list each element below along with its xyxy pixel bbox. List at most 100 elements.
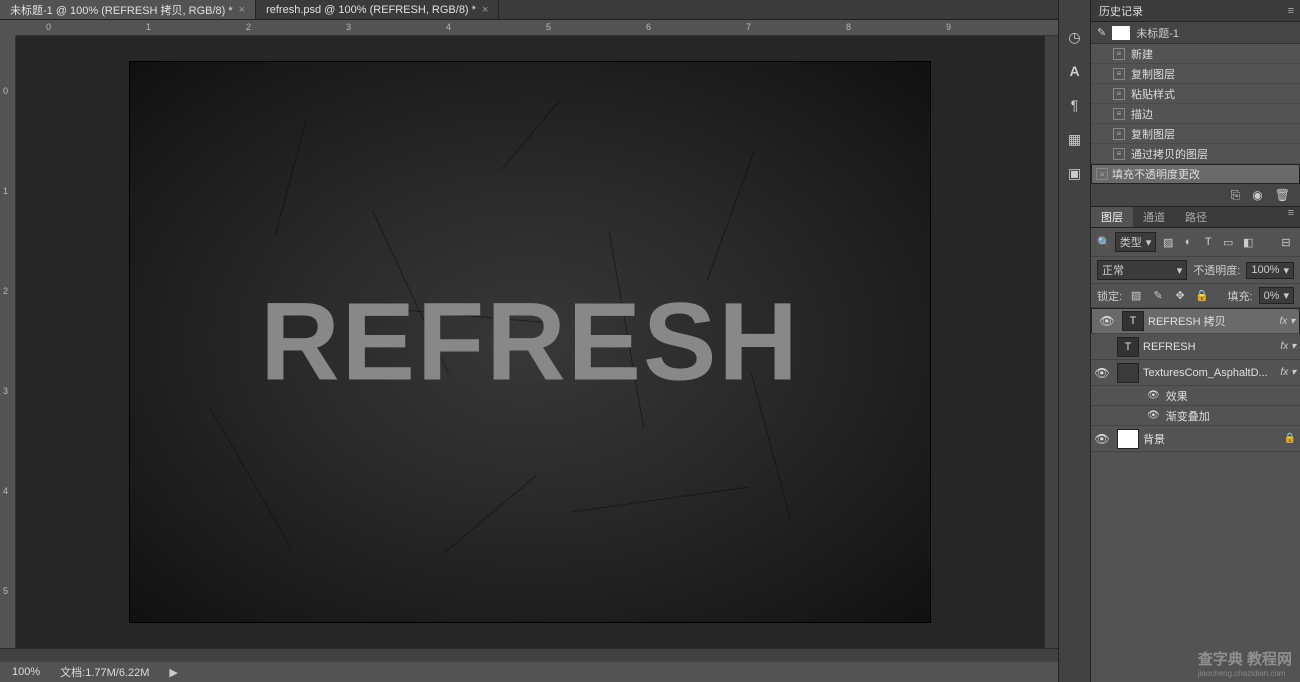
step-icon: ≡ [1113,108,1125,120]
layer-name[interactable]: REFRESH 拷贝 [1148,313,1275,329]
layer-thumb [1117,363,1139,383]
canvas-text: REFRESH [260,279,800,406]
history-panel-header[interactable]: 历史记录 ≡ [1091,0,1300,22]
layers-list: 👁 T REFRESH 拷贝 fx ▾ T REFRESH fx ▾ 👁 Tex… [1091,308,1300,682]
close-icon[interactable]: × [482,4,488,16]
tab-doc-1[interactable]: 未标题-1 @ 100% (REFRESH 拷贝, RGB/8) * × [0,0,256,19]
panel-menu-icon[interactable]: ≡ [1288,5,1294,17]
layer-row[interactable]: 👁 TexturesCom_AsphaltD... fx ▾ [1091,360,1300,386]
history-list: ≡新建 ≡复制图层 ≡粘贴样式 ≡描边 ≡复制图层 ≡通过拷贝的图层 ≡填充不透… [1091,44,1300,184]
close-icon[interactable]: × [239,4,245,16]
history-item[interactable]: ≡复制图层 [1091,64,1300,84]
right-panels: 历史记录 ≡ ✎ 未标题-1 ≡新建 ≡复制图层 ≡粘贴样式 ≡描边 ≡复制图层… [1090,0,1300,682]
visibility-icon[interactable]: 👁 [1147,390,1160,401]
tab-channels[interactable]: 通道 [1133,207,1175,227]
step-icon: ≡ [1113,68,1125,80]
tab-layers[interactable]: 图层 [1091,207,1133,227]
canvas[interactable]: REFRESH [130,62,930,622]
opacity-label: 不透明度: [1193,262,1240,278]
panel-menu-icon[interactable]: ≡ [1282,207,1300,227]
lock-icon: 🔒 [1284,433,1296,444]
fill-label: 填充: [1228,288,1253,304]
step-icon: ≡ [1113,128,1125,140]
layer-row[interactable]: 👁 背景 🔒 [1091,426,1300,452]
panel-title: 历史记录 [1099,3,1143,19]
fx-badge[interactable]: fx ▾ [1280,341,1296,352]
step-icon: ≡ [1113,88,1125,100]
filter-adjust-icon[interactable]: ◐ [1180,234,1196,250]
lock-position-icon[interactable]: ✥ [1172,288,1188,304]
panel-dock: ◷ A ¶ ▦ ▣ [1058,0,1090,682]
visibility-icon[interactable]: 👁 [1091,366,1113,380]
layer-effect-row[interactable]: 👁效果 [1091,386,1300,406]
ruler-vertical[interactable]: 0 1 2 3 4 5 [0,36,16,648]
filter-type-icon[interactable]: T [1200,234,1216,250]
scrollbar-horizontal[interactable] [0,648,1058,662]
history-item[interactable]: ≡描边 [1091,104,1300,124]
tab-label: refresh.psd @ 100% (REFRESH, RGB/8) * [266,4,476,16]
history-doc-row[interactable]: ✎ 未标题-1 [1091,22,1300,44]
fill-input[interactable]: 0%▾ [1259,287,1294,304]
lock-transparent-icon[interactable]: ▨ [1128,288,1144,304]
lock-row: 锁定: ▨ ✎ ✥ 🔒 填充: 0%▾ [1091,284,1300,308]
layer-row[interactable]: 👁 T REFRESH 拷贝 fx ▾ [1091,308,1300,334]
visibility-icon[interactable]: 👁 [1091,432,1113,446]
history-icon[interactable]: ◷ [1066,28,1084,46]
fx-badge[interactable]: fx ▾ [1279,316,1295,327]
layer-thumb-type: T [1122,311,1144,331]
step-icon: ≡ [1096,168,1108,180]
character-icon[interactable]: A [1066,62,1084,80]
doc-thumb [1112,26,1130,40]
filter-toggle[interactable]: ⊟ [1278,234,1294,250]
swatches-icon[interactable]: ▦ [1066,130,1084,148]
filter-smart-icon[interactable]: ◧ [1240,234,1256,250]
paragraph-icon[interactable]: ¶ [1066,96,1084,114]
tab-label: 未标题-1 @ 100% (REFRESH 拷贝, RGB/8) * [10,2,233,18]
visibility-icon[interactable]: 👁 [1147,410,1160,421]
layer-name[interactable]: 背景 [1143,431,1280,447]
zoom-level[interactable]: 100% [12,666,40,678]
history-item[interactable]: ≡新建 [1091,44,1300,64]
history-item[interactable]: ≡填充不透明度更改 [1091,164,1300,184]
doc-name: 未标题-1 [1136,25,1179,41]
step-icon: ≡ [1113,148,1125,160]
doc-size[interactable]: 文档:1.77M/6.22M [60,664,149,680]
history-item[interactable]: ≡复制图层 [1091,124,1300,144]
step-icon: ≡ [1113,48,1125,60]
canvas-area[interactable]: REFRESH [16,36,1044,648]
create-doc-icon[interactable]: ⎘ [1231,188,1241,203]
filter-select[interactable]: 类型▾ [1115,232,1157,252]
opacity-input[interactable]: 100%▾ [1246,262,1294,279]
layer-panel-tabs: 图层 通道 路径 ≡ [1091,206,1300,228]
picture-icon[interactable]: ▣ [1066,164,1084,182]
layer-name[interactable]: TexturesCom_AsphaltD... [1143,367,1276,379]
layer-filter-row: 🔍 类型▾ ▨ ◐ T ▭ ◧ ⊟ [1091,228,1300,257]
chevron-right-icon[interactable]: ▶ [169,666,177,679]
lock-label: 锁定: [1097,288,1122,304]
ruler-horizontal[interactable]: 0 1 2 3 4 5 6 7 8 9 [16,20,1058,36]
layer-name[interactable]: REFRESH [1143,341,1276,353]
document-tabs: 未标题-1 @ 100% (REFRESH 拷贝, RGB/8) * × refr… [0,0,1058,20]
blend-row: 正常▾ 不透明度: 100%▾ [1091,257,1300,284]
snapshot-icon[interactable]: ◉ [1252,188,1262,202]
scrollbar-vertical[interactable] [1044,36,1058,648]
blend-mode-select[interactable]: 正常▾ [1097,260,1187,280]
tab-doc-2[interactable]: refresh.psd @ 100% (REFRESH, RGB/8) * × [256,0,499,19]
fx-badge[interactable]: fx ▾ [1280,367,1296,378]
history-footer: ⎘ ◉ 🗑 [1091,184,1300,206]
filter-shape-icon[interactable]: ▭ [1220,234,1236,250]
lock-paint-icon[interactable]: ✎ [1150,288,1166,304]
trash-icon[interactable]: 🗑 [1275,188,1290,202]
layer-thumb-type: T [1117,337,1139,357]
layer-effect-row[interactable]: 👁渐变叠加 [1091,406,1300,426]
tab-paths[interactable]: 路径 [1175,207,1217,227]
layer-thumb [1117,429,1139,449]
filter-pixel-icon[interactable]: ▨ [1160,234,1176,250]
layer-row[interactable]: T REFRESH fx ▾ [1091,334,1300,360]
history-item[interactable]: ≡通过拷贝的图层 [1091,144,1300,164]
visibility-icon[interactable]: 👁 [1096,314,1118,328]
brush-icon: ✎ [1097,26,1106,39]
lock-all-icon[interactable]: 🔒 [1194,288,1210,304]
history-item[interactable]: ≡粘贴样式 [1091,84,1300,104]
status-bar: 100% 文档:1.77M/6.22M ▶ [0,662,1058,682]
